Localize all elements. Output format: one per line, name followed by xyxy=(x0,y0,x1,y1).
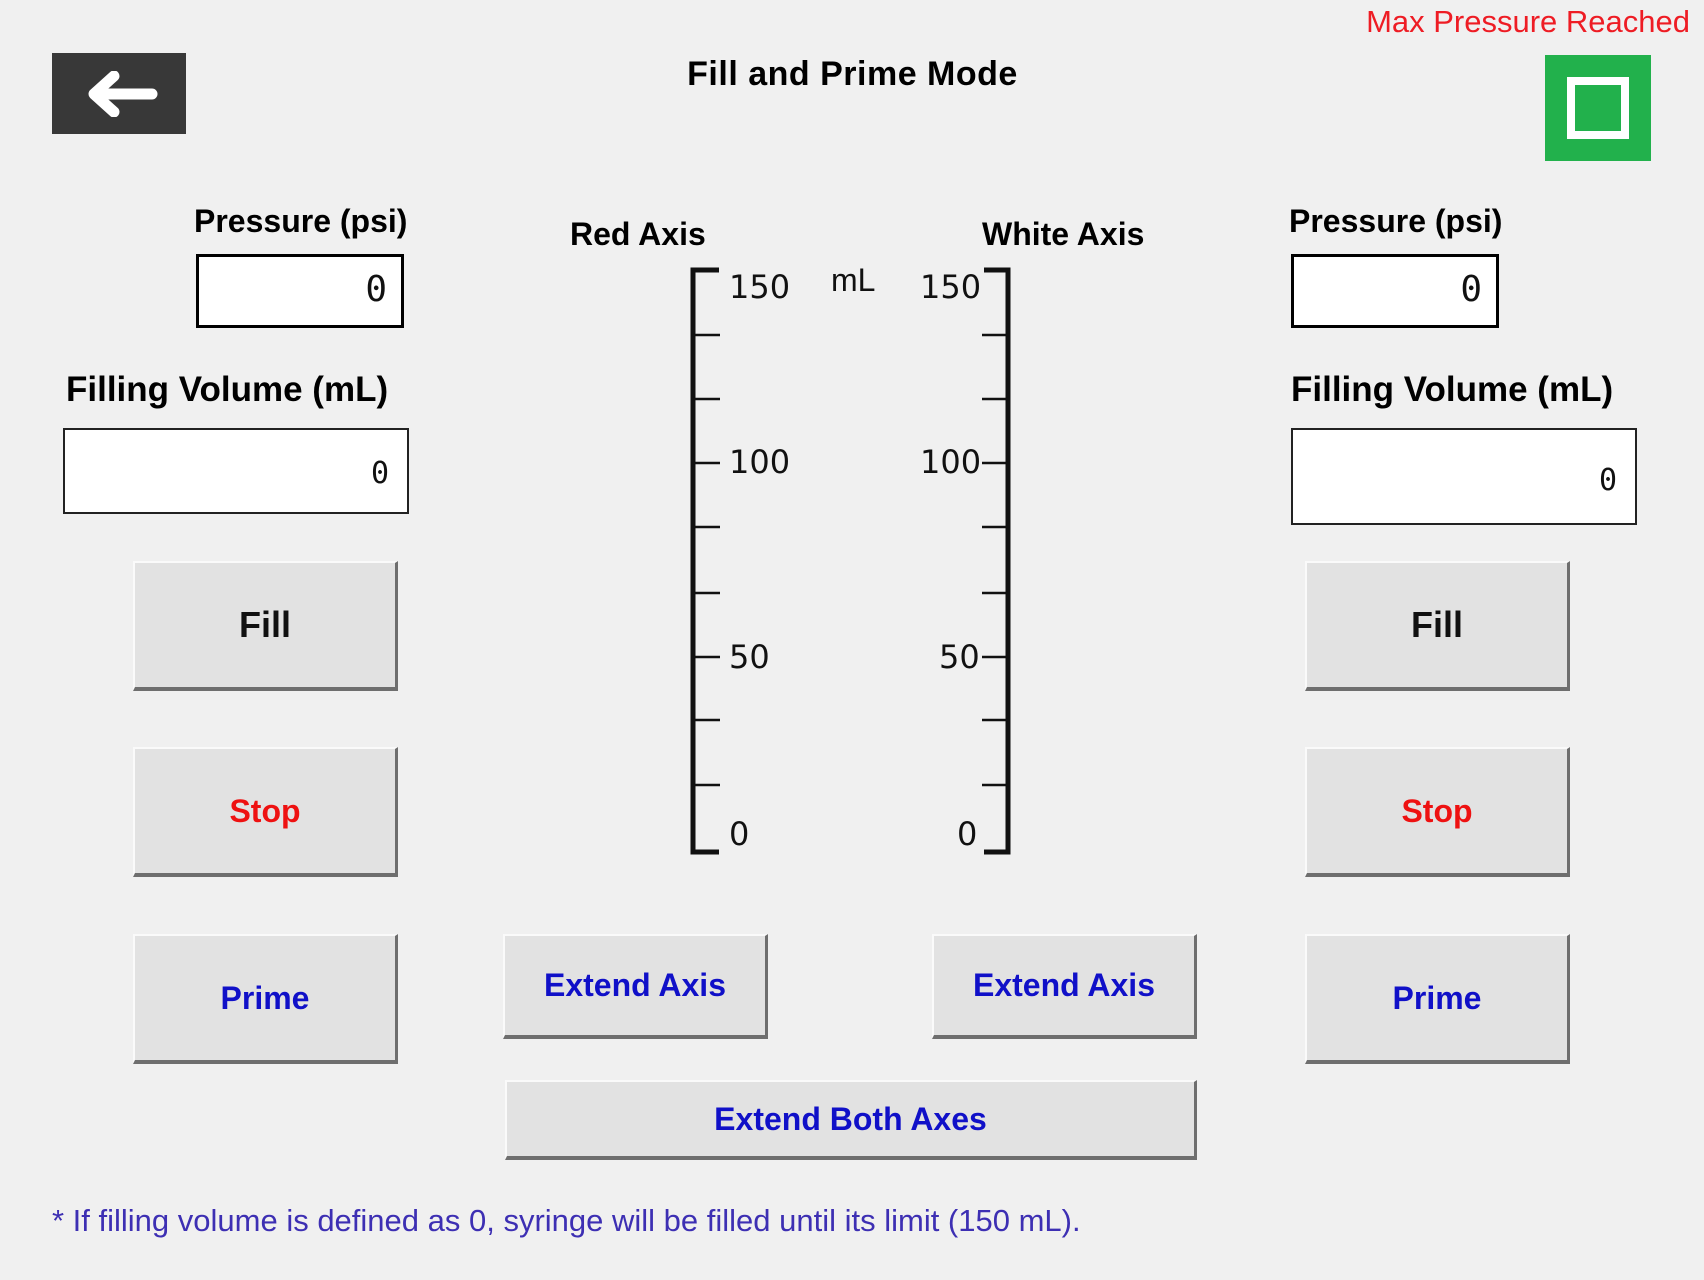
white-axis-scale xyxy=(982,267,1011,855)
right-pressure-field: 0 xyxy=(1291,254,1499,328)
extend-both-axes-button[interactable]: Extend Both Axes xyxy=(505,1080,1197,1160)
left-volume-label: Filling Volume (mL) xyxy=(66,370,389,409)
left-stop-button[interactable]: Stop xyxy=(133,747,398,877)
white-tick-50: 50 xyxy=(939,638,980,676)
red-axis-scale xyxy=(690,267,720,855)
right-volume-label: Filling Volume (mL) xyxy=(1291,370,1614,409)
max-pressure-warning: Max Pressure Reached xyxy=(1366,4,1690,39)
left-pressure-field: 0 xyxy=(196,254,404,328)
white-tick-150: 150 xyxy=(920,268,982,306)
right-stop-button[interactable]: Stop xyxy=(1305,747,1570,877)
extend-red-axis-button[interactable]: Extend Axis xyxy=(503,934,768,1039)
page-title: Fill and Prime Mode xyxy=(687,55,1018,93)
axis-unit-label: mL xyxy=(831,262,876,298)
red-tick-50: 50 xyxy=(729,638,770,676)
left-volume-input[interactable]: 0 xyxy=(63,428,409,514)
extend-white-axis-button[interactable]: Extend Axis xyxy=(932,934,1197,1039)
white-tick-100: 100 xyxy=(920,443,982,481)
left-fill-button[interactable]: Fill xyxy=(133,561,398,691)
left-prime-button[interactable]: Prime xyxy=(133,934,398,1064)
left-pressure-label: Pressure (psi) xyxy=(194,203,408,239)
red-axis-title: Red Axis xyxy=(570,216,706,252)
right-prime-button[interactable]: Prime xyxy=(1305,934,1570,1064)
back-button[interactable] xyxy=(52,53,186,134)
white-axis-title: White Axis xyxy=(982,216,1145,252)
status-indicator-icon xyxy=(1545,55,1651,161)
right-volume-input[interactable]: 0 xyxy=(1291,428,1637,525)
red-tick-0: 0 xyxy=(729,815,750,853)
volume-axes xyxy=(690,267,1011,855)
right-fill-button[interactable]: Fill xyxy=(1305,561,1570,691)
footnote: * If filling volume is defined as 0, syr… xyxy=(52,1203,1081,1238)
red-tick-100: 100 xyxy=(729,443,791,481)
red-tick-150: 150 xyxy=(729,268,791,306)
right-pressure-label: Pressure (psi) xyxy=(1289,203,1503,239)
white-tick-0: 0 xyxy=(957,815,978,853)
